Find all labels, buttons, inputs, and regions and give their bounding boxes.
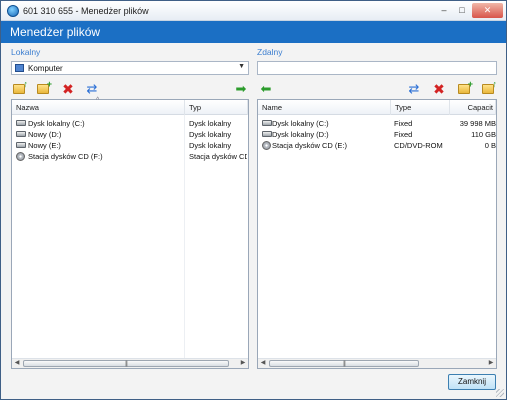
remote-horizontal-scrollbar[interactable]: ◀ ||| ▶: [258, 358, 496, 368]
local-horizontal-scrollbar[interactable]: ◀ ||| ▶: [12, 358, 248, 368]
cd-drive-icon: [262, 141, 271, 150]
scroll-right-icon[interactable]: ▶: [486, 359, 496, 368]
remote-col-name[interactable]: Name: [258, 100, 391, 115]
row-name: Dysk lokalny (D:): [272, 130, 329, 139]
table-row[interactable]: Dysk lokalny (C:) Fixed 39 998 MB: [258, 118, 496, 129]
scrollbar-thumb[interactable]: |||: [23, 360, 229, 367]
row-capacity: 0 B: [484, 141, 496, 150]
delete-icon[interactable]: ✖: [60, 81, 76, 97]
row-capacity: 110 GB: [471, 130, 496, 139]
new-folder-icon[interactable]: +: [37, 80, 52, 94]
row-type: Fixed: [394, 130, 413, 139]
remote-section-label: Zdalny: [257, 47, 283, 57]
remote-file-list[interactable]: Name Type Capacit Dysk lokalny (C:) Fixe…: [257, 99, 497, 369]
hard-drive-icon: [262, 120, 272, 126]
download-arrow-icon[interactable]: ⬅: [258, 81, 274, 97]
maximize-button[interactable]: □: [455, 3, 469, 18]
local-col-type[interactable]: Typ: [185, 100, 248, 115]
remote-path-input[interactable]: [257, 61, 497, 75]
scroll-right-icon[interactable]: ▶: [238, 359, 248, 368]
computer-icon: [15, 64, 24, 72]
row-name: Stacja dysków CD (E:): [272, 141, 348, 150]
page-title: Menedżer plików: [10, 25, 101, 39]
upload-arrow-icon[interactable]: ➡: [233, 81, 249, 97]
remote-delete-icon[interactable]: ✖: [431, 81, 447, 97]
remote-parent-folder-icon[interactable]: ↑: [482, 80, 497, 94]
scroll-left-icon[interactable]: ◀: [12, 359, 22, 368]
remote-col-type[interactable]: Type: [391, 100, 450, 115]
hard-drive-icon: [16, 120, 26, 126]
minimize-button[interactable]: –: [437, 3, 451, 18]
table-row[interactable]: Nowy (E:) Dysk lokalny: [12, 140, 248, 151]
row-capacity: 39 998 MB: [459, 119, 496, 128]
sort-asc-icon: ^: [96, 97, 100, 104]
row-type: CD/DVD-ROM: [394, 141, 443, 150]
hard-drive-icon: [262, 131, 272, 137]
row-type: Stacja dysków CD: [189, 152, 247, 161]
chevron-down-icon[interactable]: ▼: [238, 63, 245, 70]
scroll-left-icon[interactable]: ◀: [258, 359, 268, 368]
local-column-header: Nazwa ^ Typ: [12, 97, 248, 115]
resize-grip[interactable]: [496, 389, 504, 397]
cd-drive-icon: [16, 152, 25, 161]
remote-refresh-icon[interactable]: ⇄: [406, 81, 422, 97]
table-row[interactable]: Nowy (D:) Dysk lokalny: [12, 129, 248, 140]
remote-column-header: Name Type Capacit: [258, 100, 496, 115]
row-type: Dysk lokalny: [189, 130, 232, 139]
table-row[interactable]: Stacja dysków CD (E:) CD/DVD-ROM 0 B: [258, 140, 496, 151]
row-name: Dysk lokalny (C:): [28, 119, 85, 128]
parent-folder-icon[interactable]: ↑: [13, 80, 28, 94]
close-button[interactable]: Zamknij: [448, 374, 496, 390]
row-type: Dysk lokalny: [189, 141, 232, 150]
table-row[interactable]: Dysk lokalny (C:) Dysk lokalny: [12, 118, 248, 129]
table-row[interactable]: Stacja dysków CD (F:) Stacja dysków CD: [12, 151, 248, 162]
local-location-select[interactable]: Komputer ▼: [11, 61, 249, 75]
scrollbar-thumb[interactable]: |||: [269, 360, 419, 367]
local-section-label: Lokalny: [11, 47, 41, 57]
header-band: Menedżer plików: [1, 21, 506, 43]
row-name: Nowy (D:): [28, 130, 62, 139]
window-title: 601 310 655 - Menedżer plików: [23, 6, 149, 16]
row-name: Stacja dysków CD (F:): [28, 152, 103, 161]
local-file-list[interactable]: Nazwa ^ Typ Dysk lokalny (C:) Dysk lokal…: [11, 97, 249, 369]
close-window-button[interactable]: ✕: [472, 3, 503, 18]
remote-col-capacity[interactable]: Capacit: [450, 100, 496, 115]
row-name: Nowy (E:): [28, 141, 61, 150]
hard-drive-icon: [16, 131, 26, 137]
hard-drive-icon: [16, 142, 26, 148]
file-manager-window: 601 310 655 - Menedżer plików – □ ✕ Mene…: [0, 0, 507, 400]
refresh-icon[interactable]: ⇄: [84, 81, 100, 97]
app-icon: [7, 5, 19, 17]
row-name: Dysk lokalny (C:): [272, 119, 329, 128]
remote-new-folder-icon[interactable]: +: [458, 80, 473, 94]
title-bar: 601 310 655 - Menedżer plików – □ ✕: [1, 1, 506, 21]
row-type: Fixed: [394, 119, 413, 128]
table-row[interactable]: Dysk lokalny (D:) Fixed 110 GB: [258, 129, 496, 140]
row-type: Dysk lokalny: [189, 119, 232, 128]
local-location-value: Komputer: [28, 64, 63, 73]
